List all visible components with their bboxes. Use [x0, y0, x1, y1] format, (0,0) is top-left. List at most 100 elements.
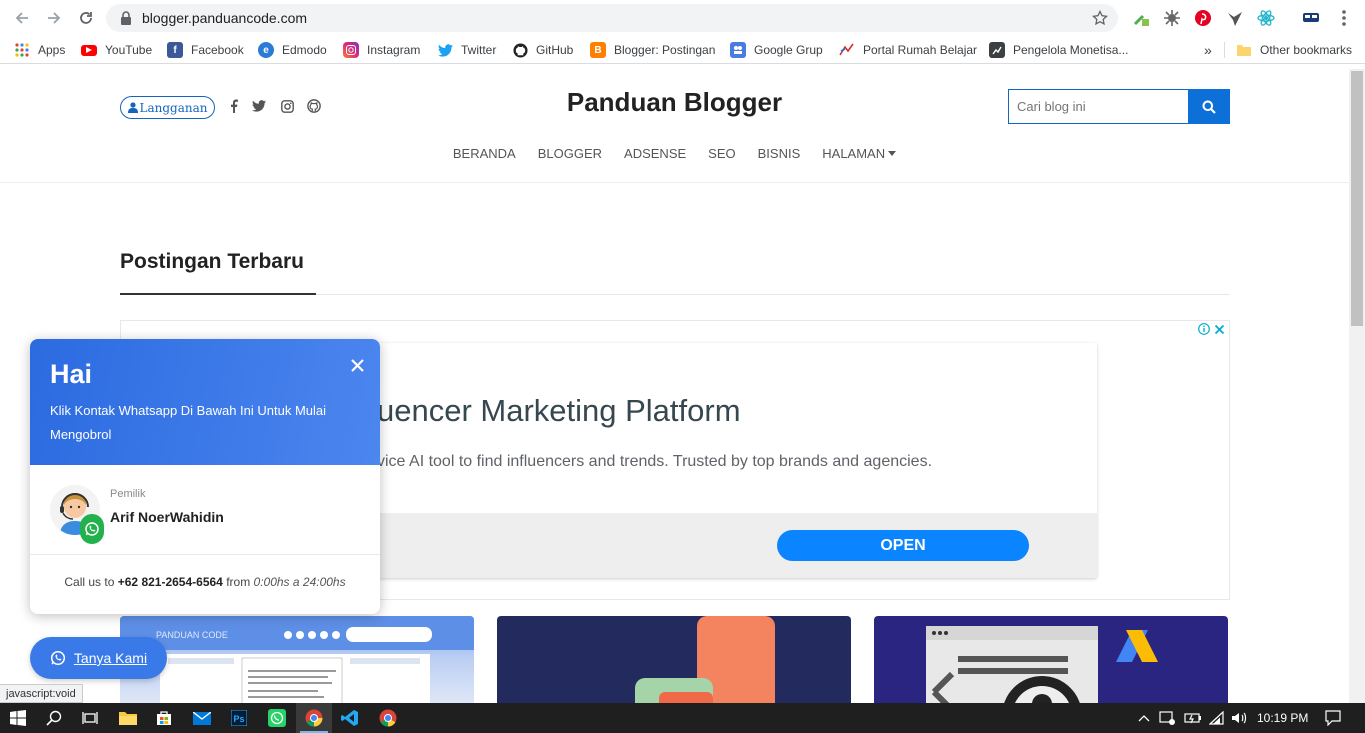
caret-down-icon [888, 151, 897, 156]
ad-controls [1198, 323, 1225, 335]
more-bookmarks-button[interactable]: » [1204, 41, 1212, 59]
whatsapp-icon [50, 650, 65, 666]
post-thumbnail-1[interactable]: PANDUAN CODE [120, 616, 474, 703]
windows-logo-icon [10, 710, 26, 726]
photoshop-button[interactable]: Ps [221, 703, 257, 733]
address-bar[interactable]: blogger.panduancode.com [106, 4, 1118, 32]
bookmark-google-groups[interactable]: Google Grup [730, 41, 823, 59]
close-icon [351, 359, 364, 372]
bookmark-facebook[interactable]: f Facebook [167, 41, 244, 59]
scrollbar-thumb[interactable] [1351, 71, 1363, 326]
extension-dropper-icon[interactable] [1131, 8, 1151, 28]
file-explorer-button[interactable] [110, 703, 146, 733]
taskbar-clock[interactable]: 10:19 PM [1257, 703, 1308, 733]
chrome-profile-button[interactable] [370, 703, 406, 733]
speaker-icon [1232, 712, 1247, 724]
search-button[interactable] [1188, 89, 1230, 124]
bookmarks-bar: Apps YouTube f Facebook e Edmodo Instagr… [0, 36, 1365, 64]
ask-us-button[interactable]: Tanya Kami [30, 637, 167, 679]
forward-button[interactable] [38, 2, 70, 34]
search-input[interactable] [1008, 89, 1188, 124]
start-button[interactable] [0, 703, 36, 733]
search-form [1008, 89, 1230, 124]
volume-button[interactable] [1228, 703, 1250, 733]
contact-name: Arif NoerWahidin [110, 509, 224, 525]
pinterest-extension-icon[interactable] [1193, 8, 1213, 28]
instagram-icon [343, 42, 359, 58]
nav-beranda[interactable]: BERANDA [453, 146, 516, 161]
youtube-icon [81, 44, 97, 56]
contact-item[interactable]: Pemilik Arif NoerWahidin [30, 465, 380, 555]
bookmark-apps[interactable]: Apps [14, 41, 65, 59]
photoshop-icon: Ps [231, 710, 247, 726]
nav-halaman-label: HALAMAN [822, 146, 886, 161]
page-scrollbar[interactable] [1349, 69, 1365, 703]
abstract-shapes-image [635, 616, 775, 703]
google-groups-icon [730, 42, 746, 58]
chrome-button[interactable] [296, 703, 332, 733]
bookmark-github[interactable]: GitHub [512, 41, 573, 59]
battery-button[interactable] [1182, 703, 1204, 733]
extension-virus-icon[interactable] [1162, 8, 1182, 28]
windows-taskbar: Ps 10:19 PM [0, 703, 1365, 733]
tray-monitor-icon [1159, 711, 1175, 725]
contact-role: Pemilik [110, 488, 146, 500]
folder-icon [119, 712, 137, 725]
twitter-icon [437, 42, 453, 58]
popup-subtitle: Klik Kontak Whatsapp Di Bawah Ini Untuk … [50, 403, 327, 442]
reload-button[interactable] [70, 2, 102, 34]
phone-number[interactable]: +62 821-2654-6564 [118, 575, 223, 589]
popup-close-button[interactable] [351, 359, 364, 372]
bookmark-label: Other bookmarks [1260, 43, 1353, 57]
link-status-tooltip: javascript:void [0, 684, 83, 703]
chrome-menu-icon[interactable] [1334, 8, 1354, 28]
extension-react-icon[interactable] [1256, 8, 1276, 28]
nav-halaman[interactable]: HALAMAN [822, 146, 897, 161]
whatsapp-desktop-button[interactable] [259, 703, 295, 733]
url-text: blogger.panduancode.com [142, 10, 308, 26]
bookmark-label: Pengelola Monetisa... [1013, 43, 1129, 57]
bookmark-star-icon[interactable] [1092, 10, 1108, 26]
nav-blogger[interactable]: BLOGGER [538, 146, 602, 161]
back-button[interactable] [6, 2, 38, 34]
other-bookmarks-button[interactable]: Other bookmarks [1236, 41, 1352, 59]
bookmark-twitter[interactable]: Twitter [437, 41, 496, 59]
arrow-right-icon [48, 12, 61, 24]
github-icon [512, 42, 528, 58]
chrome-icon [305, 709, 323, 727]
bookmark-monetization[interactable]: Pengelola Monetisa... [989, 41, 1128, 59]
ad-card[interactable]: uencer Marketing Platform vice AI tool t… [307, 343, 1097, 578]
task-view-button[interactable] [72, 703, 108, 733]
search-button[interactable] [36, 703, 72, 733]
profile-icon[interactable] [1301, 8, 1321, 28]
mail-button[interactable] [184, 703, 220, 733]
ad-info-icon[interactable] [1198, 323, 1210, 335]
post-thumbnail-3[interactable] [874, 616, 1228, 703]
post-thumbnail-2[interactable] [497, 616, 851, 703]
bookmark-label: Instagram [367, 43, 421, 57]
vscode-button[interactable] [332, 703, 368, 733]
nav-seo[interactable]: SEO [708, 146, 735, 161]
show-hidden-icons-button[interactable] [1134, 703, 1154, 733]
adsense-illustration-image [926, 626, 1158, 703]
extension-bird-icon[interactable] [1225, 8, 1245, 28]
blogger-icon: B [590, 42, 606, 58]
tray-app-icon[interactable] [1156, 703, 1178, 733]
bookmark-instagram[interactable]: Instagram [343, 41, 420, 59]
store-button[interactable] [146, 703, 182, 733]
bookmark-rumah-belajar[interactable]: Portal Rumah Belajar [839, 41, 977, 59]
wifi-button[interactable] [1206, 703, 1228, 733]
bookmark-label: Apps [38, 43, 66, 57]
bookmark-edmodo[interactable]: e Edmodo [258, 41, 327, 59]
bookmark-label: Blogger: Postingan [614, 43, 716, 57]
ad-title[interactable]: uencer Marketing Platform [377, 393, 741, 429]
nav-adsense[interactable]: ADSENSE [624, 146, 686, 161]
call-prefix: Call us to [64, 575, 115, 589]
ad-open-button[interactable]: OPEN [777, 530, 1029, 561]
bookmark-blogger[interactable]: B Blogger: Postingan [590, 41, 715, 59]
nav-bisnis[interactable]: BISNIS [758, 146, 801, 161]
bookmarks-divider [1224, 42, 1225, 58]
bookmark-youtube[interactable]: YouTube [81, 41, 152, 59]
action-center-button[interactable] [1322, 703, 1344, 733]
ad-close-icon[interactable] [1214, 324, 1225, 335]
